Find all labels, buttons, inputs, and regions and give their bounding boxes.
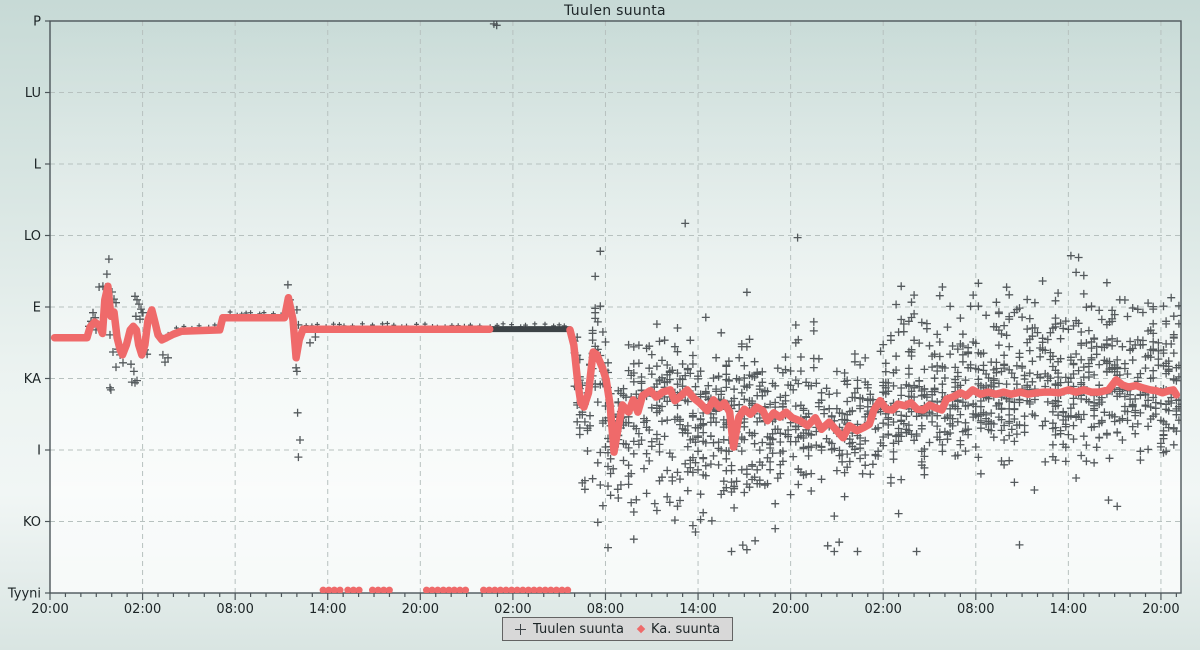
chart-legend: Tuulen suunta Ka. suunta (502, 617, 733, 641)
plot-area[interactable] (50, 21, 1181, 593)
y-axis-label: Tyyni (7, 587, 41, 602)
plus-marker-icon (515, 624, 526, 635)
legend-item-average-direction[interactable]: Ka. suunta (638, 622, 720, 637)
x-axis-label: 20:00 (402, 602, 439, 617)
x-axis-label: 20:00 (31, 602, 68, 617)
x-axis-label: 14:00 (309, 602, 346, 617)
legend-label-average-direction: Ka. suunta (651, 622, 720, 637)
diamond-marker-icon (637, 625, 645, 633)
x-axis-label: 20:00 (1142, 602, 1179, 617)
x-axis-label: 02:00 (864, 602, 901, 617)
y-axis-label: KO (23, 515, 41, 530)
wind-direction-chart[interactable]: 20:00 02:00 08:00 14:00 20:00 02:00 08:00 14:00… (0, 0, 1200, 650)
x-axis-label: 14:00 (1050, 602, 1087, 617)
x-axis-label: 08:00 (957, 602, 994, 617)
y-axis-label: LU (25, 86, 41, 101)
x-axis-label: 02:00 (124, 602, 161, 617)
y-axis-label: LO (24, 229, 41, 244)
y-axis-label: E (33, 301, 41, 316)
y-axis-label: P (33, 15, 41, 30)
x-axis-label: 14:00 (679, 602, 716, 617)
x-axis-label: 08:00 (216, 602, 253, 617)
x-axis-label: 08:00 (587, 602, 624, 617)
x-axis-label: 20:00 (772, 602, 809, 617)
wind-direction-app-page: Tuulen suunta 20:00 02:00 08:00 14:00 20:00 0… (0, 0, 1200, 650)
x-axis-label: 02:00 (494, 602, 531, 617)
x-axis-labels: 20:00 02:00 08:00 14:00 20:00 02:00 08:00 14:00… (31, 602, 1179, 617)
legend-item-wind-direction[interactable]: Tuulen suunta (515, 622, 624, 637)
y-axis-label: KA (24, 372, 41, 387)
y-axis-labels: P LU L LO E KA I KO Tyyni (7, 15, 42, 602)
y-axis-label: I (37, 444, 41, 459)
legend-label-wind-direction: Tuulen suunta (533, 622, 624, 637)
y-axis-label: L (34, 158, 42, 173)
